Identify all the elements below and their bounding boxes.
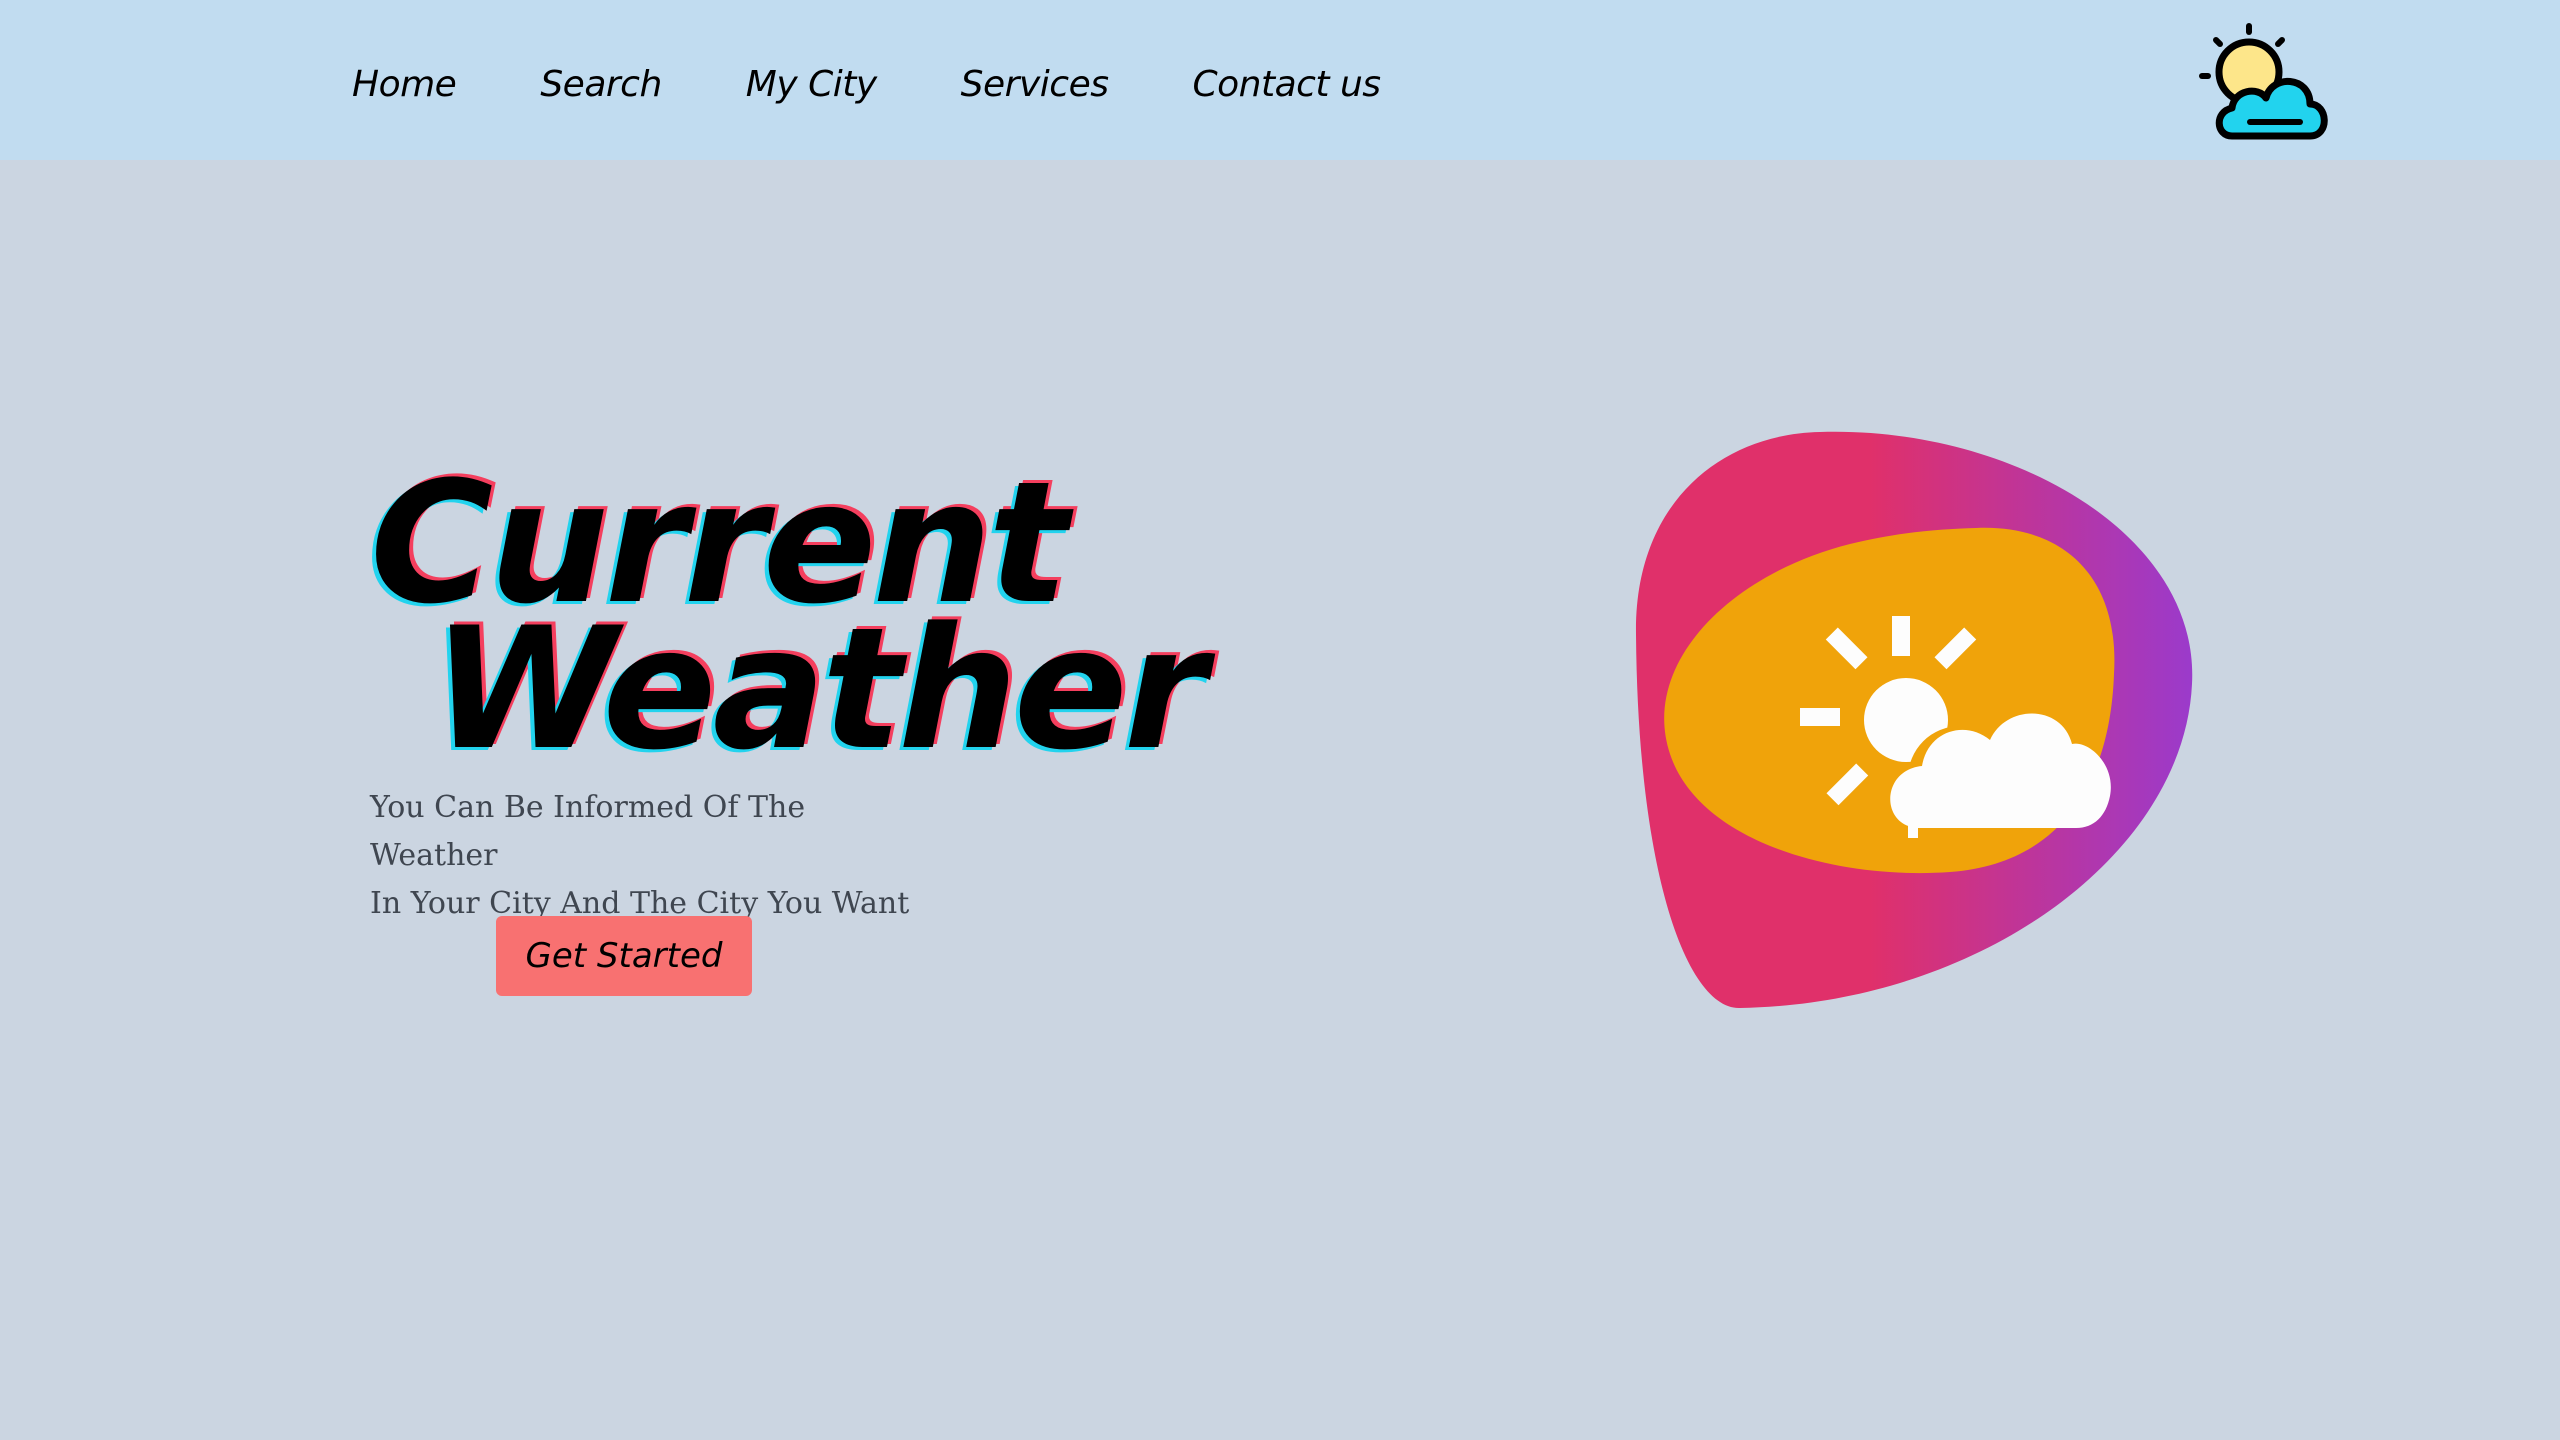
get-started-button[interactable]: Get Started: [496, 916, 752, 996]
nav-link-services[interactable]: Services: [961, 64, 1109, 105]
hero-title: Current Weather: [370, 459, 1207, 787]
nav-link-search[interactable]: Search: [540, 64, 662, 105]
nav-link-contact-us[interactable]: Contact us: [1192, 64, 1381, 105]
nav-link-my-city[interactable]: My City: [746, 64, 877, 105]
hero-subtitle-line1: You Can Be Informed Of The Weather: [370, 790, 806, 873]
hero-subtitle: You Can Be Informed Of The Weather In Yo…: [370, 784, 930, 928]
hero-title-line2: Weather: [432, 591, 1207, 787]
sun-cloud-icon[interactable]: [2196, 18, 2334, 144]
nav-links: Home Search My City Services Contact us: [352, 64, 1465, 105]
nav-link-home[interactable]: Home: [352, 64, 457, 105]
hero-section: Current Weather You Can Be Informed Of T…: [370, 459, 1207, 996]
top-navbar: Home Search My City Services Contact us: [0, 0, 2560, 160]
partly-sunny-icon: [1635, 431, 2193, 1009]
